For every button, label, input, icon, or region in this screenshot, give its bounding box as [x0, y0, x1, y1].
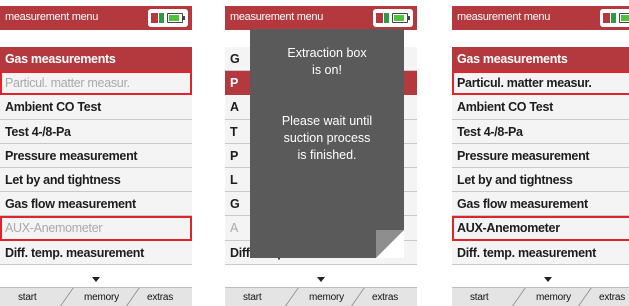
measurement-menu-list: Gas measurements Particul. matter measur…: [0, 47, 192, 265]
menu-item-gas-flow-measurement[interactable]: Gas flow measurement: [0, 192, 192, 217]
tab-start[interactable]: start: [18, 292, 37, 303]
sensor-status-icon: [159, 13, 164, 23]
tab-memory[interactable]: memory: [309, 292, 344, 303]
pump-status-icon: [603, 13, 610, 23]
tab-divider: [350, 288, 365, 306]
scroll-down-icon[interactable]: [317, 277, 325, 282]
scroll-down-icon[interactable]: [92, 277, 100, 282]
menu-item-pressure-measurement[interactable]: Pressure measurement: [452, 143, 629, 168]
tab-divider: [284, 288, 299, 306]
menu-item-ambient-co-test[interactable]: Ambient CO Test: [452, 95, 629, 120]
status-indicators: [373, 9, 413, 27]
softkey-bar: start memory extras: [0, 287, 192, 306]
menu-item-test-4-8-pa[interactable]: Test 4-/8-Pa: [452, 119, 629, 144]
message-heading: Extraction box is on!: [250, 45, 404, 79]
message-line: is finished.: [297, 148, 357, 162]
menu-item-aux-anemometer[interactable]: AUX-Anemometer: [452, 216, 629, 241]
battery-icon: [392, 13, 410, 23]
tab-memory[interactable]: memory: [536, 292, 571, 303]
status-indicators: [148, 9, 188, 27]
message-line: is on!: [312, 63, 342, 77]
menu-title: measurement menu: [5, 11, 99, 23]
menu-item-diff-temp-measurement[interactable]: Diff. temp. measurement: [452, 240, 629, 265]
menu-item-gas-measurements[interactable]: Gas measurements: [0, 47, 192, 72]
message-body: Please wait until suction process is fin…: [250, 113, 404, 164]
menu-item-aux-anemometer[interactable]: AUX-Anemometer: [0, 216, 192, 241]
tab-start[interactable]: start: [243, 292, 262, 303]
title-bar: measurement menu: [0, 6, 192, 30]
softkey-bar: start memory extras: [452, 287, 629, 306]
menu-item-pressure-measurement[interactable]: Pressure measurement: [0, 143, 192, 168]
pump-status-icon: [376, 13, 383, 23]
tab-divider: [59, 288, 74, 306]
device-screen-1: measurement menu Gas measurements Partic…: [0, 0, 192, 306]
title-bar: measurement menu: [225, 6, 417, 30]
tab-memory[interactable]: memory: [84, 292, 119, 303]
status-indicators: [600, 9, 629, 27]
device-screen-2: measurement menu G P A T P L G A Diff. t…: [225, 0, 417, 306]
message-line: suction process: [283, 131, 371, 145]
message-line: Please wait until: [281, 114, 373, 128]
sensor-status-icon: [611, 13, 616, 23]
battery-icon: [619, 13, 629, 23]
tab-divider: [577, 288, 592, 306]
tab-extras[interactable]: extras: [372, 292, 398, 303]
menu-item-let-by-tightness[interactable]: Let by and tightness: [452, 167, 629, 193]
menu-title: measurement menu: [230, 11, 324, 23]
softkey-bar: start memory extras: [225, 287, 417, 306]
title-bar: measurement menu: [452, 6, 629, 30]
menu-item-gas-measurements[interactable]: Gas measurements: [452, 47, 629, 72]
measurement-menu-list: Gas measurements Particul. matter measur…: [452, 47, 629, 265]
menu-title: measurement menu: [457, 11, 551, 23]
pump-status-icon: [151, 13, 158, 23]
tab-divider: [125, 288, 140, 306]
tab-start[interactable]: start: [470, 292, 489, 303]
scroll-down-icon[interactable]: [544, 277, 552, 282]
message-line: Extraction box: [287, 46, 367, 60]
page-fold-icon: [376, 230, 404, 258]
menu-item-gas-flow-measurement[interactable]: Gas flow measurement: [452, 192, 629, 217]
menu-item-particulate-matter[interactable]: Particul. matter measur.: [0, 71, 192, 96]
sensor-status-icon: [384, 13, 389, 23]
battery-icon: [167, 13, 185, 23]
tab-divider: [511, 288, 526, 306]
menu-item-test-4-8-pa[interactable]: Test 4-/8-Pa: [0, 119, 192, 144]
menu-item-ambient-co-test[interactable]: Ambient CO Test: [0, 95, 192, 120]
menu-item-let-by-tightness[interactable]: Let by and tightness: [0, 167, 192, 193]
tab-extras[interactable]: extras: [147, 292, 173, 303]
extraction-box-message: Extraction box is on! Please wait until …: [250, 29, 404, 258]
tab-extras[interactable]: extras: [599, 292, 625, 303]
device-screen-3: measurement menu Gas measurements Partic…: [452, 0, 629, 306]
menu-item-particulate-matter[interactable]: Particul. matter measur.: [452, 71, 629, 96]
menu-item-diff-temp-measurement[interactable]: Diff. temp. measurement: [0, 240, 192, 265]
